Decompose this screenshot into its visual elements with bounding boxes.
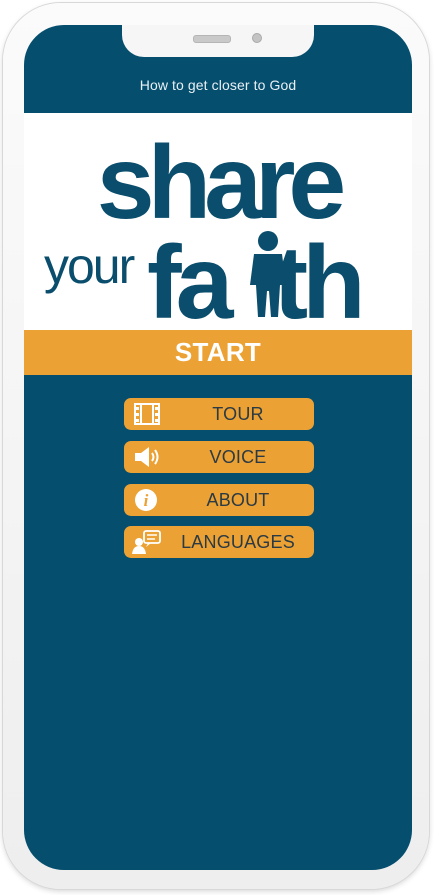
tour-label: TOUR [212,404,264,424]
voice-button[interactable]: VOICE [124,441,314,473]
film-icon [134,403,160,425]
person-speech-icon [132,530,161,554]
phone-notch [122,25,314,57]
logo-panel: share your fa th [24,113,412,330]
app-screen: How to get closer to God share your fa t… [24,25,412,870]
speaker-icon [135,447,159,467]
languages-label: LANGUAGES [181,532,295,552]
languages-button[interactable]: LANGUAGES [124,526,314,558]
earpiece-speaker [193,35,231,43]
voice-label: VOICE [209,447,267,467]
info-icon: i [135,489,157,511]
tour-button[interactable]: TOUR [124,398,314,430]
start-button[interactable]: START [24,330,412,375]
front-camera-icon [252,33,262,43]
phone-frame: How to get closer to God share your fa t… [3,3,429,889]
svg-text:i: i [144,491,149,510]
app-subtitle: How to get closer to God [139,77,297,93]
share-your-faith-logo: share your fa th [44,125,366,330]
logo-word-your: your [44,238,135,294]
logo-word-share: share [97,125,344,241]
about-label: ABOUT [206,490,270,510]
about-button[interactable]: i ABOUT [124,484,314,516]
